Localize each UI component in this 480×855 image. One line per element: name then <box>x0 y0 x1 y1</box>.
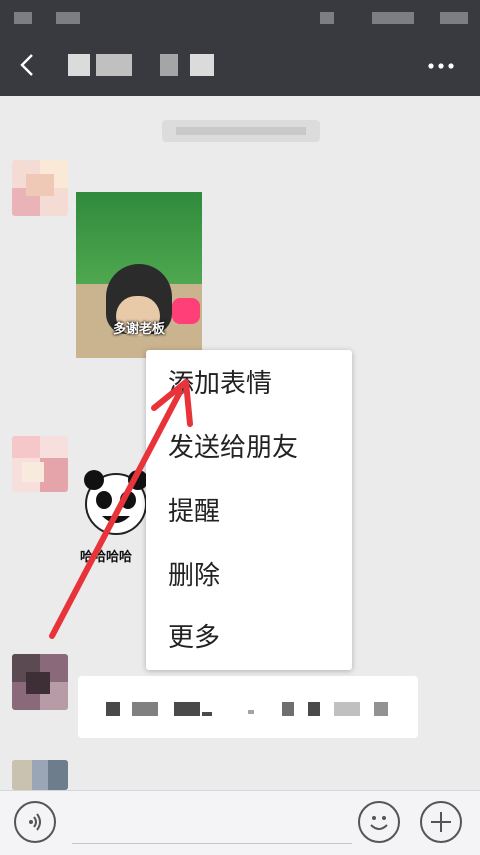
panda-meme-icon <box>84 470 148 535</box>
status-blur <box>372 12 414 24</box>
context-menu: 添加表情 发送给朋友 提醒 删除 更多 <box>146 350 352 670</box>
status-blur <box>56 12 80 24</box>
avatar[interactable] <box>12 160 68 216</box>
menu-item-add-sticker[interactable]: 添加表情 <box>146 352 352 416</box>
menu-item-more[interactable]: 更多 <box>146 606 352 670</box>
message-input[interactable] <box>72 843 352 844</box>
input-bar <box>0 790 480 855</box>
status-blur <box>440 12 468 24</box>
emoji-button[interactable] <box>358 801 400 843</box>
chat-header <box>0 36 480 96</box>
emoji-icon <box>370 816 388 830</box>
timestamp-badge <box>162 120 320 142</box>
plus-icon <box>431 812 451 832</box>
chat-title-blurred <box>68 54 90 76</box>
chat-title-blurred <box>190 54 214 76</box>
chat-title-blurred <box>160 54 178 76</box>
plus-button[interactable] <box>420 801 462 843</box>
avatar[interactable] <box>12 760 68 790</box>
menu-item-send-to-friend[interactable]: 发送给朋友 <box>146 416 352 480</box>
menu-item-delete[interactable]: 删除 <box>146 544 352 608</box>
text-message-bubble[interactable] <box>78 676 418 738</box>
avatar[interactable] <box>12 436 68 492</box>
sticker-caption: 多谢老板 <box>112 322 165 337</box>
chat-title-blurred <box>96 54 132 76</box>
status-blur <box>14 12 32 24</box>
voice-button[interactable] <box>14 801 56 843</box>
chevron-left-icon[interactable] <box>14 50 44 80</box>
more-dots-icon[interactable] <box>424 54 458 78</box>
avatar[interactable] <box>12 654 68 710</box>
voice-icon <box>29 813 41 831</box>
status-blur <box>320 12 334 24</box>
sticker-message[interactable]: 哈哈哈哈 <box>76 458 156 568</box>
status-bar <box>0 0 480 36</box>
sticker-caption: 哈哈哈哈 <box>80 550 133 565</box>
sticker-message[interactable]: 多谢老板 <box>76 192 202 358</box>
menu-item-remind[interactable]: 提醒 <box>146 480 352 544</box>
